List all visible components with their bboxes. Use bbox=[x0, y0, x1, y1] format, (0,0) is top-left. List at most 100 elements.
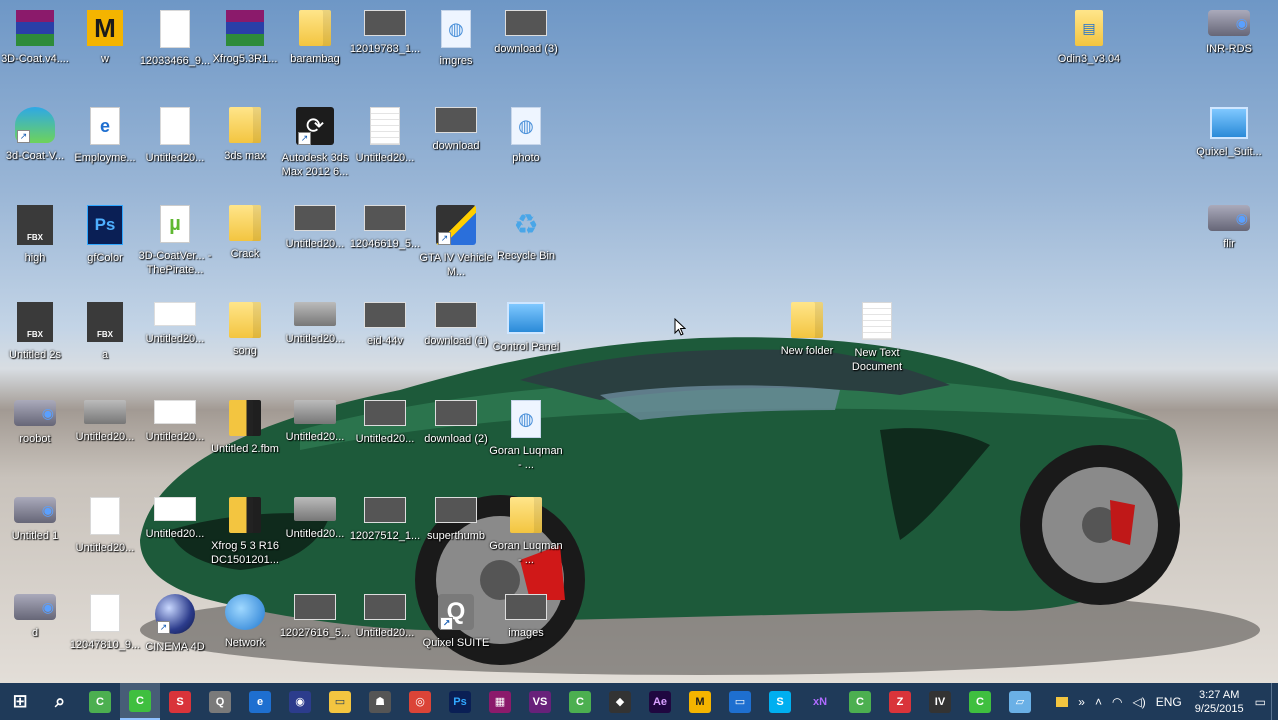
desktop-icon[interactable]: eid-44v bbox=[350, 296, 420, 392]
skype-taskbar[interactable]: S bbox=[760, 683, 800, 720]
desktop-icon[interactable]: Ps gfColor bbox=[70, 199, 140, 295]
camtasia-2-taskbar[interactable]: C bbox=[960, 683, 1000, 720]
substance-taskbar[interactable]: S bbox=[160, 683, 200, 720]
desktop-icon[interactable]: Quixel_Suit... bbox=[1194, 101, 1264, 197]
desktop-icon[interactable]: Untitled20... bbox=[280, 491, 350, 587]
desktop-icon[interactable]: Untitled20... bbox=[70, 394, 140, 490]
desktop-icon[interactable]: Untitled20... bbox=[140, 394, 210, 490]
chevron-up-icon[interactable]: ˄ bbox=[1090, 683, 1107, 720]
desktop-icon[interactable]: FBX high bbox=[0, 199, 70, 295]
gta-iv-taskbar[interactable]: IV bbox=[920, 683, 960, 720]
desktop-icon[interactable]: Mw bbox=[70, 4, 140, 100]
desktop-icon[interactable]: Untitled20... bbox=[280, 199, 350, 295]
desktop-icon[interactable]: 12019783_1... bbox=[350, 4, 420, 100]
desktop-icon[interactable]: µ 3D-CoatVer... - ThePirate... bbox=[139, 199, 211, 295]
desktop-icon[interactable]: superthumb bbox=[421, 491, 491, 587]
xnormal-taskbar[interactable]: xN bbox=[800, 683, 840, 720]
desktop-icon[interactable]: download bbox=[421, 101, 491, 197]
desktop-icon[interactable]: 3d-Coat-V... bbox=[0, 101, 70, 197]
desktop-icon[interactable]: Xfrog5.3R1... bbox=[210, 4, 280, 100]
desktop-icon[interactable]: e Employme... bbox=[70, 101, 140, 197]
chrome-icon: ◎ bbox=[409, 690, 431, 713]
desktop-icon[interactable]: Control Panel bbox=[491, 296, 561, 392]
desktop-icon[interactable]: images bbox=[491, 588, 561, 683]
action-center-icon[interactable]: ▭ bbox=[1250, 683, 1271, 720]
chrome-taskbar[interactable]: ◎ bbox=[400, 683, 440, 720]
notification-folder-icon[interactable] bbox=[1051, 683, 1073, 720]
desktop-icon[interactable]: ◍ Goran Luqman - ... bbox=[489, 394, 563, 490]
desktop-icon[interactable]: download (3) bbox=[491, 4, 561, 100]
desktop-icon[interactable]: download (1) bbox=[421, 296, 491, 392]
desktop-icon[interactable]: ▤ Odin3_v3.04 bbox=[1054, 4, 1124, 100]
desktop-icon[interactable]: New folder bbox=[772, 296, 842, 392]
desktop-icon[interactable]: ⟳ Autodesk 3ds Max 2012 6... bbox=[280, 101, 350, 197]
desktop-icon[interactable]: CINEMA 4D bbox=[140, 588, 210, 683]
input-language-indicator[interactable]: ENG bbox=[1151, 683, 1187, 720]
3d-coat-taskbar[interactable]: C bbox=[80, 683, 120, 720]
desktop-icon[interactable]: Xfrog 5 3 R16 DC1501201... bbox=[210, 491, 280, 587]
desktop-icon[interactable]: song bbox=[210, 296, 280, 392]
camtasia-taskbar[interactable]: C bbox=[120, 683, 160, 720]
unity-taskbar[interactable]: ◆ bbox=[600, 683, 640, 720]
show-hidden-icons-icon[interactable]: » bbox=[1073, 683, 1090, 720]
desktop-icon[interactable]: Untitled20... bbox=[350, 394, 420, 490]
desktop-icon[interactable]: ♻ Recycle Bin bbox=[491, 199, 561, 295]
volume-icon[interactable]: ◁) bbox=[1127, 683, 1150, 720]
desktop-icon[interactable]: 12033466_9... bbox=[140, 4, 210, 100]
desktop-icon[interactable]: Untitled20... bbox=[140, 296, 210, 392]
desktop-icon[interactable]: Untitled20... bbox=[280, 394, 350, 490]
desktop-icon[interactable]: ◍ imgres bbox=[421, 4, 491, 100]
folder-icon bbox=[229, 302, 261, 338]
desktop-icon[interactable]: Untitled20... bbox=[140, 101, 210, 197]
cinema4d-taskbar[interactable]: ◉ bbox=[280, 683, 320, 720]
desktop-icon[interactable]: Crack bbox=[210, 199, 280, 295]
desktop-icon[interactable]: 12047810_9... bbox=[70, 588, 140, 683]
desktop-icon[interactable]: Untitled20... bbox=[140, 491, 210, 587]
show-desktop-button[interactable] bbox=[1271, 683, 1278, 720]
desktop-icon[interactable]: ◉ d bbox=[0, 588, 70, 683]
file-explorer-taskbar[interactable]: ▭ bbox=[320, 683, 360, 720]
desktop-icon[interactable]: Untitled 2.fbm bbox=[210, 394, 280, 490]
photoshop-taskbar[interactable]: Ps bbox=[440, 683, 480, 720]
after-effects-taskbar[interactable]: Ae bbox=[640, 683, 680, 720]
taskbar-clock[interactable]: 3:27 AM 9/25/2015 bbox=[1187, 688, 1250, 716]
desktop-icon[interactable]: 12027512_1... bbox=[350, 491, 420, 587]
desktop-icon[interactable]: Untitled20... bbox=[280, 296, 350, 392]
marmoset-taskbar[interactable]: M bbox=[680, 683, 720, 720]
3d-coat-2-taskbar[interactable]: C bbox=[560, 683, 600, 720]
remote-app-taskbar[interactable]: ▭ bbox=[720, 683, 760, 720]
desktop-icon[interactable]: GTA IV Vehicle M... bbox=[419, 199, 493, 295]
visual-studio-taskbar[interactable]: VS bbox=[520, 683, 560, 720]
desktop-icon[interactable]: Goran Luqman - ... bbox=[489, 491, 563, 587]
desktop-icon[interactable]: New Text Document bbox=[842, 296, 912, 392]
desktop-icon[interactable]: FBX Untitled 2s bbox=[0, 296, 70, 392]
quixel-taskbar[interactable]: Q bbox=[200, 683, 240, 720]
desktop-icon[interactable]: barambag bbox=[280, 4, 350, 100]
desktop-icon[interactable]: ◉ Untitled 1 bbox=[0, 491, 70, 587]
desktop-icon[interactable]: Untitled20... bbox=[70, 491, 140, 587]
desktop-icon[interactable]: ◉ INR-RDS bbox=[1194, 4, 1264, 100]
start-button[interactable]: ⊞ bbox=[0, 683, 40, 720]
desktop-icon[interactable]: Untitled20... bbox=[350, 101, 420, 197]
search-button[interactable]: ⌕ bbox=[40, 683, 80, 720]
desktop-icon[interactable]: Untitled20... bbox=[350, 588, 420, 683]
desktop-icon[interactable]: ◉ flir bbox=[1194, 199, 1264, 295]
desktop-icon[interactable]: 12027616_5... bbox=[280, 588, 350, 683]
edge-taskbar[interactable]: e bbox=[240, 683, 280, 720]
desktop-icon[interactable]: 12046619_5... bbox=[350, 199, 420, 295]
zbrush-taskbar[interactable]: Z bbox=[880, 683, 920, 720]
3d-coat-3-taskbar[interactable]: C bbox=[840, 683, 880, 720]
game-app-taskbar[interactable]: ☗ bbox=[360, 683, 400, 720]
network-status-icon[interactable]: ◠ bbox=[1107, 683, 1127, 720]
desktop-icon[interactable]: ◉ roobot bbox=[0, 394, 70, 490]
desktop-icon[interactable]: ◍ photo bbox=[491, 101, 561, 197]
desktop-icon[interactable]: download (2) bbox=[421, 394, 491, 490]
desktop[interactable]: 3D-Coat.v4.... Mw 12033466_9... Xfrog5.3R1.… bbox=[0, 0, 1278, 683]
desktop-icon[interactable]: Q Quixel SUITE bbox=[421, 588, 491, 683]
desktop-icon[interactable]: Network bbox=[210, 588, 280, 683]
desktop-icon[interactable]: FBX a bbox=[70, 296, 140, 392]
keyboard-app-taskbar[interactable]: ▦ bbox=[480, 683, 520, 720]
desktop-icon[interactable]: 3ds max bbox=[210, 101, 280, 197]
notes-app-taskbar[interactable]: ▱ bbox=[1000, 683, 1040, 720]
desktop-icon[interactable]: 3D-Coat.v4.... bbox=[0, 4, 70, 100]
